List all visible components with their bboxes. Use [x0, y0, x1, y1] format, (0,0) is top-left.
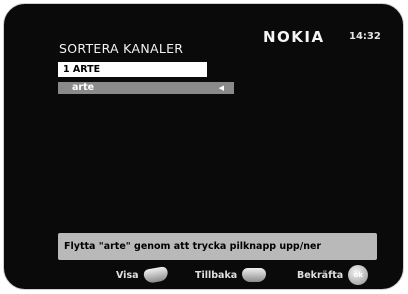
brand-logo: NOKIA	[263, 28, 325, 46]
ok-key-icon: ok	[348, 265, 369, 285]
channel-row-selected[interactable]: 1 ARTE	[58, 62, 207, 77]
tv-screen: SORTERA KANALER NOKIA 14:32 1 ARTE arte …	[3, 3, 404, 290]
hint-bar: Flytta "arte" genom att trycka pilknapp …	[58, 233, 377, 260]
visa-label: Visa	[116, 269, 139, 281]
clock: 14:32	[349, 31, 381, 42]
visa-button[interactable]: Visa	[116, 265, 169, 285]
tillbaka-button[interactable]: Tillbaka	[195, 265, 267, 285]
softkey-left-icon	[142, 266, 169, 284]
ok-key-label: ok	[353, 271, 363, 279]
page-title: SORTERA KANALER	[59, 41, 184, 56]
footer-bar: Visa Tillbaka Bekräfta ok	[4, 265, 403, 285]
channel-row-moving[interactable]: arte ◀	[58, 82, 234, 94]
softkey-middle-icon	[242, 268, 267, 282]
channel-row-label: arte	[72, 82, 95, 93]
left-arrow-icon: ◀	[218, 84, 224, 92]
hint-text: Flytta "arte" genom att trycka pilknapp …	[64, 241, 322, 252]
bekrafta-button[interactable]: Bekräfta ok	[297, 265, 369, 285]
tillbaka-label: Tillbaka	[195, 269, 238, 281]
bekrafta-label: Bekräfta	[297, 269, 344, 281]
channel-row-label: 1 ARTE	[63, 64, 101, 75]
